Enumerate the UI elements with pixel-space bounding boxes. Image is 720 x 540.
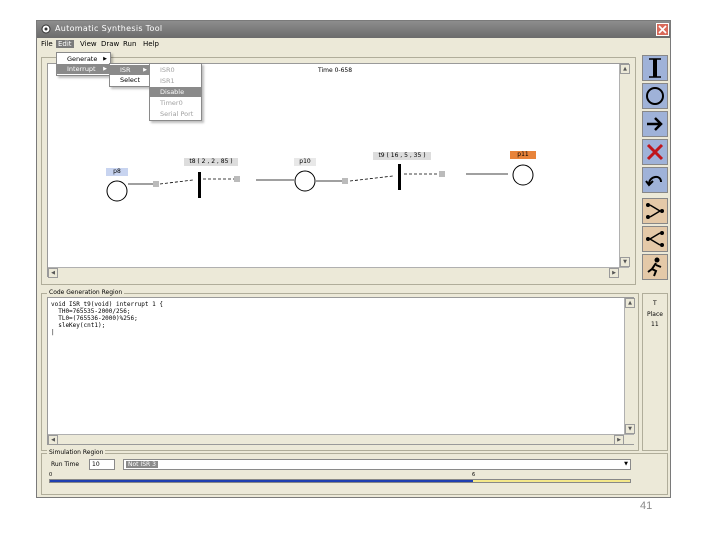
transition-tool-button[interactable] [642,55,668,81]
vertical-bar-icon [649,58,661,78]
menu-item-isr-label: ISR [120,66,131,74]
submenu-arrow-icon: ▶ [143,67,147,73]
arc-marker [153,181,159,187]
menu-item-select[interactable]: Select [110,75,150,85]
simulation-progress-track[interactable] [49,479,631,483]
undo-arrow-icon [645,176,662,187]
transition-t8 [198,172,201,198]
simulation-progress-fill [50,480,473,482]
code-line: | [51,329,55,336]
menu-draw[interactable]: Draw [101,40,119,48]
menu-edit[interactable]: Edit [56,40,74,48]
arc-marker [342,178,348,184]
scroll-left-icon[interactable]: ◀ [48,435,58,445]
isr-submenu: ISR0 ISR1 Disable Timer0 Serial Port [149,63,202,121]
merge-icon [646,231,664,247]
place-p8 [106,180,128,202]
canvas-horizontal-scrollbar[interactable]: ◀ ▶ [48,267,629,278]
app-icon [41,24,51,34]
title-bar: Automatic Synthesis Tool [37,21,670,38]
submenu-arrow-icon: ▶ [103,56,107,62]
code-content: void ISR_t9(void) interrupt 1 { TH0=7655… [51,301,163,336]
chevron-down-icon: ▼ [624,461,628,467]
undo-tool-button[interactable] [642,167,668,193]
scroll-right-icon[interactable]: ▶ [609,268,619,278]
petri-canvas[interactable]: Time 0-658 p8 t8 ( 2 , 2 , 85) p10 t9 (… [47,63,630,278]
transition-t9 [398,164,401,190]
place-label-p11: p11 [510,151,536,159]
menu-item-interrupt[interactable]: Interrupt ▶ [57,64,110,74]
close-button[interactable] [656,23,669,36]
scroll-up-icon[interactable]: ▲ [620,64,630,74]
circle-icon [646,87,664,105]
menu-item-generate-label: Generate [67,55,98,63]
menu-item-isr1[interactable]: ISR1 [150,76,201,86]
code-panel-title: Code Generation Region [47,289,125,296]
transition-select[interactable]: Not ISR 3 ▼ [123,459,631,470]
scroll-left-icon[interactable]: ◀ [48,268,58,278]
code-line: TL0=(765536-2000)%256; [51,315,138,322]
place-label-p10: p10 [294,158,316,166]
app-window: Automatic Synthesis Tool File Edit View … [36,20,671,498]
transition-label-t9: t9 ( 16 , 5 , 35 ) [373,152,431,160]
petri-net-graph [106,164,534,202]
arc-tool-button[interactable] [642,111,668,137]
slide-page-number: 41 [640,500,653,512]
menu-item-timer0[interactable]: Timer0 [150,98,201,108]
scroll-down-icon[interactable]: ▼ [625,424,635,434]
scroll-down-icon[interactable]: ▼ [620,257,630,267]
menu-bar: File Edit View Draw Run Help [37,38,670,53]
menu-item-interrupt-label: Interrupt [67,65,96,73]
window-title: Automatic Synthesis Tool [55,24,163,33]
code-line: sleKey(cnt1); [51,322,106,329]
code-line: void ISR_t9(void) interrupt 1 { [51,301,163,308]
menu-run[interactable]: Run [123,40,136,48]
submenu-arrow-icon: ▶ [103,66,107,72]
progress-start-label: 0 [49,472,53,478]
merge-tool-button[interactable] [642,226,668,252]
scroll-up-icon[interactable]: ▲ [625,298,635,308]
info-line-3: 11 [651,321,659,328]
info-panel: T Place 11 [642,293,668,451]
arrow-right-icon [647,117,663,131]
code-horizontal-scrollbar[interactable]: ◀ ▶ [48,434,634,445]
delete-tool-button[interactable] [642,139,668,165]
menu-view[interactable]: View [80,40,97,48]
info-line-1: T [653,300,657,307]
hierarchy-icon [646,203,664,219]
info-line-2: Place [647,311,663,318]
place-p10 [294,170,316,192]
transition-select-value: Not ISR 3 [126,461,158,468]
arc-p10-t9b [349,175,394,182]
scroll-right-icon[interactable]: ▶ [614,435,624,445]
menu-file[interactable]: File [41,40,53,48]
code-vertical-scrollbar[interactable]: ▲ ▼ [624,298,635,434]
menu-item-serial-port[interactable]: Serial Port [150,109,201,119]
edit-menu-dropdown: Generate ▶ Interrupt ▶ [56,52,111,76]
menu-item-isr0[interactable]: ISR0 [150,65,201,75]
arc-p8-t8b [159,179,194,185]
run-tool-button[interactable] [642,254,668,280]
menu-item-isr[interactable]: ISR ▶ [110,65,150,75]
code-line: TH0=765535-2000/256; [51,308,131,315]
arc-marker [234,176,240,182]
run-figure-icon [647,257,662,277]
transition-label-t8: t8 ( 2 , 2 , 85 ) [184,158,238,166]
hierarchy-tool-button[interactable] [642,198,668,224]
interrupt-submenu: ISR ▶ Select [109,63,151,87]
arc-marker [439,171,445,177]
place-tool-button[interactable] [642,83,668,109]
run-time-label: Run Time [51,461,80,468]
code-editor[interactable]: void ISR_t9(void) interrupt 1 { TH0=7655… [47,297,635,445]
place-p11 [512,164,534,186]
canvas-vertical-scrollbar[interactable]: ▲ ▼ [619,64,630,267]
menu-item-generate[interactable]: Generate ▶ [57,54,110,64]
run-time-input[interactable]: 10 [89,459,115,470]
progress-mid-label: 6 [472,472,476,478]
menu-item-disable[interactable]: Disable [150,87,201,97]
simulation-title: Simulation Region [47,449,106,456]
close-icon [658,25,667,34]
menu-help[interactable]: Help [143,40,159,48]
delete-x-icon [646,143,664,161]
